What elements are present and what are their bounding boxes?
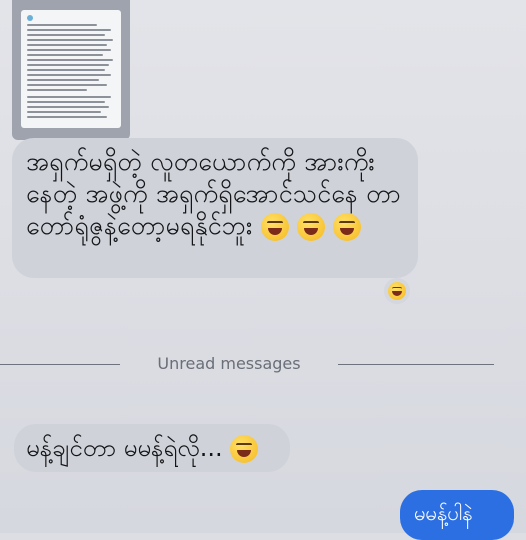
divider-line — [0, 364, 120, 365]
divider-line — [338, 364, 494, 365]
message-text: မန့်ချင်တာ မမန့်ရဲလို... — [26, 434, 223, 462]
laughing-face-icon — [332, 213, 361, 241]
laughing-face-icon — [388, 282, 406, 300]
laughing-face-icon — [230, 435, 259, 463]
attachment-preview[interactable] — [12, 0, 130, 140]
message-reaction[interactable] — [384, 278, 410, 304]
message-text: မမန့်ပါနဲ — [414, 501, 473, 525]
laughing-face-icon — [260, 213, 289, 241]
incoming-message-bubble[interactable]: အရှက်မရှိတဲ့ လူတယောက်ကို အားကိုး နေတဲ့ အ… — [12, 138, 418, 278]
incoming-message-bubble[interactable]: မန့်ချင်တာ မမန့်ရဲလို... — [14, 424, 290, 472]
laughing-face-icon — [296, 213, 325, 241]
unread-messages-divider: Unread messages — [157, 354, 301, 373]
screenshot-thumbnail-icon — [21, 10, 121, 128]
